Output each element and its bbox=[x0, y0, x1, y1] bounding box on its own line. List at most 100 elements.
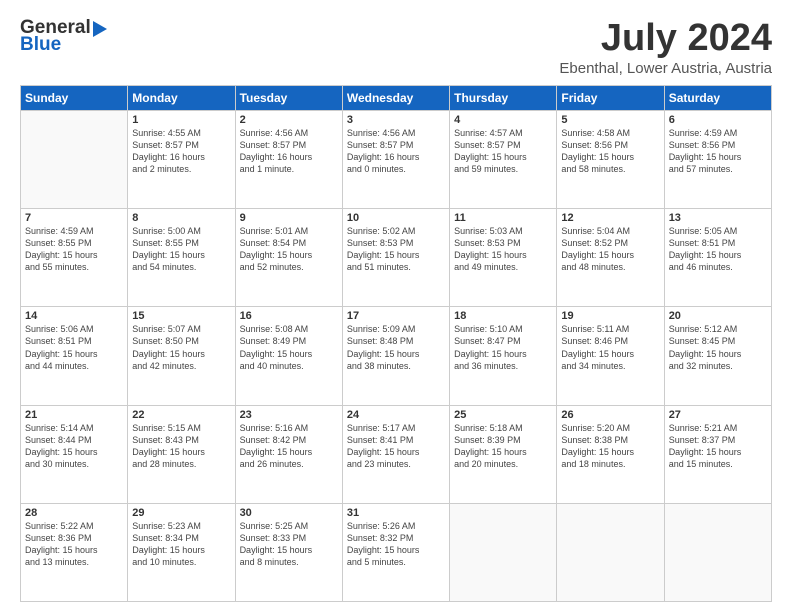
day-number: 3 bbox=[347, 114, 445, 126]
table-row: 3Sunrise: 4:56 AMSunset: 8:57 PMDaylight… bbox=[342, 110, 449, 208]
page: General Blue July 2024 Ebenthal, Lower A… bbox=[0, 0, 792, 612]
table-row: 11Sunrise: 5:03 AMSunset: 8:53 PMDayligh… bbox=[450, 209, 557, 307]
day-number: 13 bbox=[669, 212, 767, 224]
header-sunday: Sunday bbox=[21, 85, 128, 110]
day-number: 22 bbox=[132, 409, 230, 421]
day-number: 14 bbox=[25, 310, 123, 322]
day-number: 2 bbox=[240, 114, 338, 126]
day-info: Sunrise: 4:59 AMSunset: 8:55 PMDaylight:… bbox=[25, 225, 123, 274]
calendar-week-row: 7Sunrise: 4:59 AMSunset: 8:55 PMDaylight… bbox=[21, 209, 772, 307]
day-info: Sunrise: 5:03 AMSunset: 8:53 PMDaylight:… bbox=[454, 225, 552, 274]
header-saturday: Saturday bbox=[664, 85, 771, 110]
main-title: July 2024 bbox=[559, 18, 772, 60]
day-number: 26 bbox=[561, 409, 659, 421]
table-row: 5Sunrise: 4:58 AMSunset: 8:56 PMDaylight… bbox=[557, 110, 664, 208]
day-number: 1 bbox=[132, 114, 230, 126]
day-number: 12 bbox=[561, 212, 659, 224]
table-row bbox=[557, 503, 664, 601]
day-info: Sunrise: 5:14 AMSunset: 8:44 PMDaylight:… bbox=[25, 422, 123, 471]
day-info: Sunrise: 5:04 AMSunset: 8:52 PMDaylight:… bbox=[561, 225, 659, 274]
subtitle: Ebenthal, Lower Austria, Austria bbox=[559, 60, 772, 77]
table-row: 4Sunrise: 4:57 AMSunset: 8:57 PMDaylight… bbox=[450, 110, 557, 208]
table-row: 27Sunrise: 5:21 AMSunset: 8:37 PMDayligh… bbox=[664, 405, 771, 503]
table-row: 20Sunrise: 5:12 AMSunset: 8:45 PMDayligh… bbox=[664, 307, 771, 405]
table-row: 16Sunrise: 5:08 AMSunset: 8:49 PMDayligh… bbox=[235, 307, 342, 405]
table-row: 28Sunrise: 5:22 AMSunset: 8:36 PMDayligh… bbox=[21, 503, 128, 601]
day-number: 5 bbox=[561, 114, 659, 126]
day-number: 15 bbox=[132, 310, 230, 322]
day-info: Sunrise: 5:15 AMSunset: 8:43 PMDaylight:… bbox=[132, 422, 230, 471]
logo: General Blue bbox=[20, 18, 107, 54]
day-number: 23 bbox=[240, 409, 338, 421]
table-row: 10Sunrise: 5:02 AMSunset: 8:53 PMDayligh… bbox=[342, 209, 449, 307]
day-number: 6 bbox=[669, 114, 767, 126]
day-info: Sunrise: 4:58 AMSunset: 8:56 PMDaylight:… bbox=[561, 127, 659, 176]
day-number: 30 bbox=[240, 507, 338, 519]
day-info: Sunrise: 5:11 AMSunset: 8:46 PMDaylight:… bbox=[561, 323, 659, 372]
day-number: 18 bbox=[454, 310, 552, 322]
day-info: Sunrise: 5:26 AMSunset: 8:32 PMDaylight:… bbox=[347, 520, 445, 569]
table-row: 26Sunrise: 5:20 AMSunset: 8:38 PMDayligh… bbox=[557, 405, 664, 503]
day-info: Sunrise: 4:56 AMSunset: 8:57 PMDaylight:… bbox=[240, 127, 338, 176]
table-row: 14Sunrise: 5:06 AMSunset: 8:51 PMDayligh… bbox=[21, 307, 128, 405]
day-number: 27 bbox=[669, 409, 767, 421]
table-row: 8Sunrise: 5:00 AMSunset: 8:55 PMDaylight… bbox=[128, 209, 235, 307]
day-number: 16 bbox=[240, 310, 338, 322]
day-info: Sunrise: 5:17 AMSunset: 8:41 PMDaylight:… bbox=[347, 422, 445, 471]
day-info: Sunrise: 5:06 AMSunset: 8:51 PMDaylight:… bbox=[25, 323, 123, 372]
header-tuesday: Tuesday bbox=[235, 85, 342, 110]
table-row: 2Sunrise: 4:56 AMSunset: 8:57 PMDaylight… bbox=[235, 110, 342, 208]
day-number: 29 bbox=[132, 507, 230, 519]
day-info: Sunrise: 5:18 AMSunset: 8:39 PMDaylight:… bbox=[454, 422, 552, 471]
day-number: 25 bbox=[454, 409, 552, 421]
day-number: 8 bbox=[132, 212, 230, 224]
calendar-table: Sunday Monday Tuesday Wednesday Thursday… bbox=[20, 85, 772, 602]
day-info: Sunrise: 5:16 AMSunset: 8:42 PMDaylight:… bbox=[240, 422, 338, 471]
day-info: Sunrise: 5:05 AMSunset: 8:51 PMDaylight:… bbox=[669, 225, 767, 274]
day-info: Sunrise: 5:02 AMSunset: 8:53 PMDaylight:… bbox=[347, 225, 445, 274]
day-number: 10 bbox=[347, 212, 445, 224]
day-number: 24 bbox=[347, 409, 445, 421]
day-number: 17 bbox=[347, 310, 445, 322]
day-info: Sunrise: 4:56 AMSunset: 8:57 PMDaylight:… bbox=[347, 127, 445, 176]
logo-arrow-icon bbox=[93, 21, 107, 37]
day-info: Sunrise: 5:09 AMSunset: 8:48 PMDaylight:… bbox=[347, 323, 445, 372]
header-monday: Monday bbox=[128, 85, 235, 110]
day-info: Sunrise: 5:01 AMSunset: 8:54 PMDaylight:… bbox=[240, 225, 338, 274]
table-row: 25Sunrise: 5:18 AMSunset: 8:39 PMDayligh… bbox=[450, 405, 557, 503]
calendar-week-row: 14Sunrise: 5:06 AMSunset: 8:51 PMDayligh… bbox=[21, 307, 772, 405]
table-row: 17Sunrise: 5:09 AMSunset: 8:48 PMDayligh… bbox=[342, 307, 449, 405]
day-number: 11 bbox=[454, 212, 552, 224]
day-info: Sunrise: 5:23 AMSunset: 8:34 PMDaylight:… bbox=[132, 520, 230, 569]
header-wednesday: Wednesday bbox=[342, 85, 449, 110]
header-thursday: Thursday bbox=[450, 85, 557, 110]
logo-blue: Blue bbox=[20, 35, 61, 54]
calendar-week-row: 21Sunrise: 5:14 AMSunset: 8:44 PMDayligh… bbox=[21, 405, 772, 503]
table-row: 19Sunrise: 5:11 AMSunset: 8:46 PMDayligh… bbox=[557, 307, 664, 405]
table-row: 12Sunrise: 5:04 AMSunset: 8:52 PMDayligh… bbox=[557, 209, 664, 307]
calendar-week-row: 1Sunrise: 4:55 AMSunset: 8:57 PMDaylight… bbox=[21, 110, 772, 208]
day-info: Sunrise: 5:21 AMSunset: 8:37 PMDaylight:… bbox=[669, 422, 767, 471]
table-row: 23Sunrise: 5:16 AMSunset: 8:42 PMDayligh… bbox=[235, 405, 342, 503]
day-number: 4 bbox=[454, 114, 552, 126]
day-info: Sunrise: 5:08 AMSunset: 8:49 PMDaylight:… bbox=[240, 323, 338, 372]
table-row: 7Sunrise: 4:59 AMSunset: 8:55 PMDaylight… bbox=[21, 209, 128, 307]
header: General Blue July 2024 Ebenthal, Lower A… bbox=[20, 18, 772, 77]
table-row: 13Sunrise: 5:05 AMSunset: 8:51 PMDayligh… bbox=[664, 209, 771, 307]
day-number: 9 bbox=[240, 212, 338, 224]
header-friday: Friday bbox=[557, 85, 664, 110]
day-info: Sunrise: 5:00 AMSunset: 8:55 PMDaylight:… bbox=[132, 225, 230, 274]
table-row: 1Sunrise: 4:55 AMSunset: 8:57 PMDaylight… bbox=[128, 110, 235, 208]
table-row bbox=[21, 110, 128, 208]
day-info: Sunrise: 5:22 AMSunset: 8:36 PMDaylight:… bbox=[25, 520, 123, 569]
day-number: 20 bbox=[669, 310, 767, 322]
day-info: Sunrise: 5:20 AMSunset: 8:38 PMDaylight:… bbox=[561, 422, 659, 471]
table-row: 29Sunrise: 5:23 AMSunset: 8:34 PMDayligh… bbox=[128, 503, 235, 601]
day-number: 21 bbox=[25, 409, 123, 421]
day-info: Sunrise: 5:25 AMSunset: 8:33 PMDaylight:… bbox=[240, 520, 338, 569]
table-row: 18Sunrise: 5:10 AMSunset: 8:47 PMDayligh… bbox=[450, 307, 557, 405]
day-info: Sunrise: 4:57 AMSunset: 8:57 PMDaylight:… bbox=[454, 127, 552, 176]
day-info: Sunrise: 4:59 AMSunset: 8:56 PMDaylight:… bbox=[669, 127, 767, 176]
weekday-header-row: Sunday Monday Tuesday Wednesday Thursday… bbox=[21, 85, 772, 110]
table-row bbox=[450, 503, 557, 601]
